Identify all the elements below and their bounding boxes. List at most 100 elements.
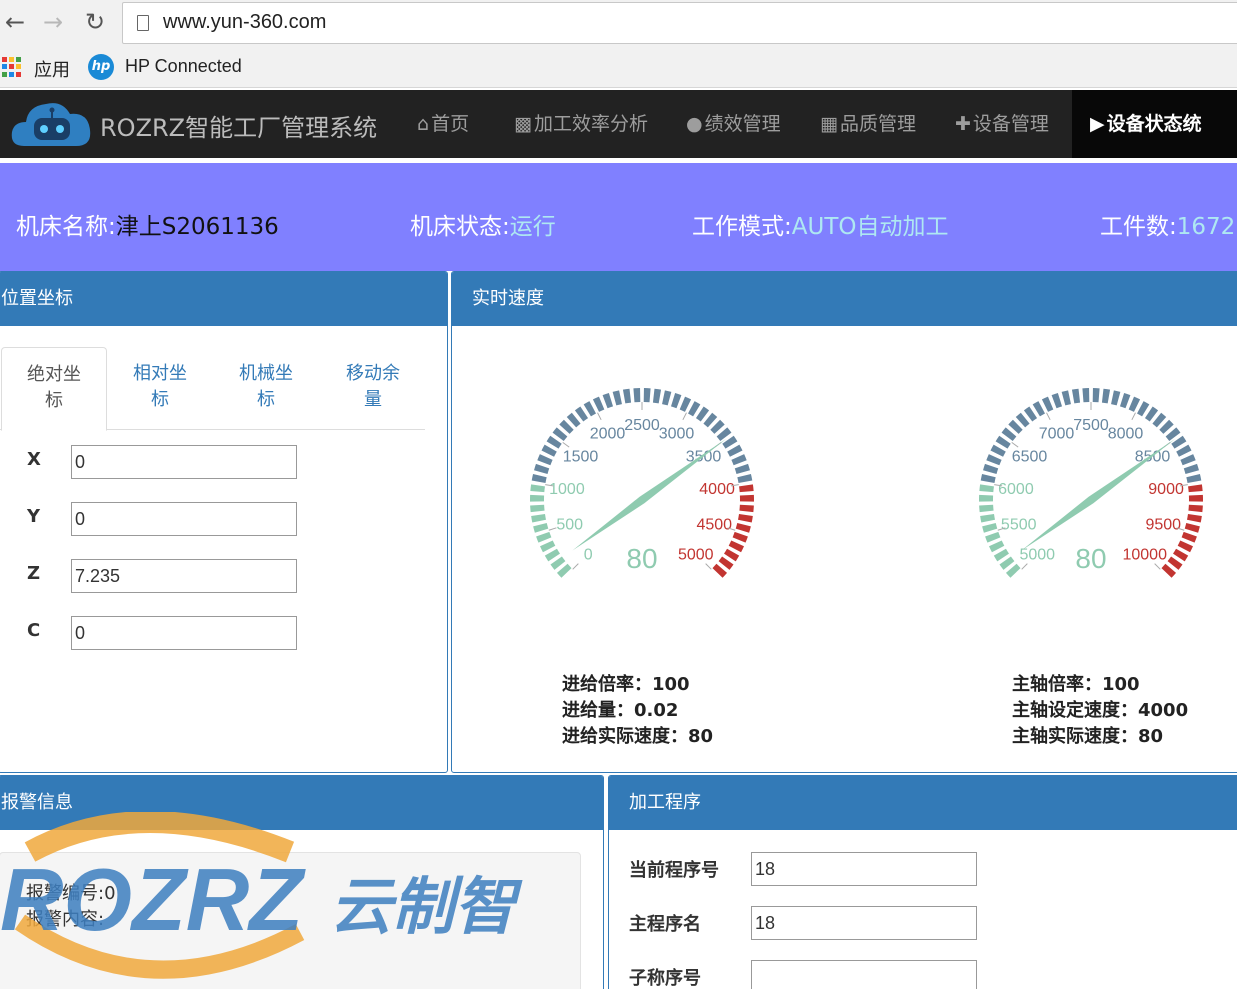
spindle-gauge-arc-segment [980, 513, 996, 523]
alarm-box: 报警编号:0 报警内容: [0, 852, 581, 989]
spindle-gauge-tick-label: 7500 [1073, 417, 1109, 434]
spindle-gauge-arc-segment [1032, 401, 1045, 417]
feed-gauge-arc-segment [737, 513, 753, 523]
spindle-speed-gauge: 5000550060006500700075008000850090009500… [979, 388, 1203, 578]
feed-gauge-tick-label: 0 [584, 547, 593, 564]
workpiece-count: 工件数:1672 [1100, 214, 1236, 240]
forward-arrow-icon[interactable]: → [40, 8, 66, 36]
address-bar[interactable]: www.yun-360.com [122, 2, 1237, 44]
tab-machine[interactable]: 机械坐标 [213, 347, 319, 430]
main-program-field[interactable]: 18 [751, 906, 977, 940]
feed-gauge-arc-segment [540, 540, 556, 553]
spindle-gauge-tick-label: 8000 [1108, 425, 1144, 442]
feed-gauge-arc-segment [602, 393, 614, 409]
feed-gauge-arc-segment [727, 444, 743, 457]
spindle-gauge-arc-segment [986, 454, 1002, 466]
feed-gauge-tick-label: 4000 [699, 481, 735, 498]
sub-program-field[interactable] [751, 960, 977, 989]
sub-program-row: 子称序号 [629, 960, 989, 989]
work-mode: 工作模式:AUTO自动加工 [692, 214, 949, 240]
feed-gauge-tick-mark [682, 412, 687, 421]
hp-logo-icon[interactable]: hp [88, 54, 114, 80]
nav-efficiency-analysis[interactable]: ▩ 加工效率分析 [514, 90, 648, 158]
feed-gauge-arc-segment [537, 454, 553, 466]
coord-row-c: C 0 [0, 616, 319, 650]
bookmark-hp-connected[interactable]: HP Connected [125, 56, 242, 77]
url-text[interactable]: www.yun-360.com [163, 11, 326, 34]
feed-gauge-arc-segment [536, 531, 552, 543]
feed-gauge-arc-segment [688, 401, 701, 417]
spindle-gauge-tick-label: 10000 [1122, 547, 1167, 564]
spindle-gauge-arc-segment [1111, 390, 1121, 406]
page-icon [137, 15, 149, 31]
alarm-number: 报警编号:0 [26, 883, 116, 904]
feed-gauge-arc-segment [531, 513, 547, 523]
feed-gauge-tick-mark [548, 527, 557, 531]
spindle-gauge-arc-segment [1041, 396, 1054, 412]
spindle-gauge-tick-label: 9500 [1145, 516, 1181, 533]
y-value-field[interactable]: 0 [71, 502, 297, 536]
feed-gauge-arc-segment [530, 494, 545, 502]
spindle-gauge-arc-segment [1176, 444, 1192, 457]
machine-name: 机床名称:津上S2061136 [16, 214, 279, 240]
spindle-set-speed: 主轴设定速度：4000 [1012, 700, 1189, 721]
feed-actual-speed: 进给实际速度：80 [562, 726, 714, 747]
spindle-gauge-arc-segment [1173, 548, 1189, 562]
coord-row-y: Y 0 [0, 502, 319, 536]
user-icon: ● [686, 113, 703, 135]
c-value-field[interactable]: 0 [71, 616, 297, 650]
spindle-gauge-arc-segment [983, 463, 999, 474]
x-value-field[interactable]: 0 [71, 445, 297, 479]
spindle-gauge-value: 80 [1075, 543, 1106, 574]
feed-gauge-arc-segment [534, 463, 550, 474]
spindle-gauge-arc-segment [980, 474, 996, 483]
feed-override: 进给倍率：100 [562, 674, 690, 695]
feed-gauge-tick-label: 1500 [563, 448, 599, 465]
spindle-gauge-tick-mark [1131, 412, 1136, 421]
spindle-gauge-tick-label: 6000 [998, 481, 1034, 498]
feed-gauge-arc-segment [633, 388, 641, 403]
apps-grid-icon[interactable] [2, 57, 22, 77]
bookmark-apps[interactable]: 应用 [34, 56, 70, 82]
nav-equipment[interactable]: ✚ 设备管理 [955, 90, 1049, 158]
spindle-gauge-arc-segment [1082, 388, 1090, 403]
spindle-gauge-arc-segment [1181, 531, 1197, 543]
feed-gauge-arc-segment [737, 474, 753, 483]
spindle-gauge-tick-label: 6500 [1012, 448, 1048, 465]
nav-home[interactable]: ⌂ 首页 [417, 90, 469, 158]
feed-gauge-arc-segment [622, 388, 632, 404]
spindle-gauge-tick-mark [1046, 412, 1051, 421]
feed-amount: 进给量：0.02 [562, 700, 679, 721]
spindle-gauge-arc-segment [1071, 388, 1081, 404]
back-arrow-icon[interactable]: ← [2, 8, 28, 36]
nav-equipment-status[interactable]: ▶设备状态统计 [1072, 90, 1237, 203]
tab-absolute[interactable]: 绝对坐标 [1, 347, 107, 431]
spindle-gauge-arc-segment [1128, 396, 1141, 412]
tab-remaining[interactable]: 移动余量 [320, 347, 426, 430]
spindle-gauge-tick-label: 7000 [1039, 425, 1075, 442]
spindle-gauge-arc-segment [979, 504, 994, 513]
spindle-gauge-arc-segment [985, 531, 1001, 543]
alarm-content: 报警内容: [26, 909, 105, 930]
spindle-gauge-arc-segment [1180, 454, 1196, 466]
feed-gauge-arc-segment [612, 390, 622, 406]
feed-gauge-tick-mark [562, 441, 570, 448]
play-square-icon: ▶ [1090, 113, 1105, 135]
feed-gauge-tick-label: 500 [556, 516, 583, 533]
z-value-field[interactable]: 7.235 [71, 559, 297, 593]
current-program-row: 当前程序号 18 [629, 852, 989, 888]
coordinate-tabs: 绝对坐标 相对坐标 机械坐标 移动余量 [0, 347, 426, 431]
feed-gauge-arc-segment [735, 523, 751, 533]
coord-row-x: X 0 [0, 445, 319, 479]
feed-gauge-arc-segment [724, 548, 740, 562]
feed-gauge-arc-segment [541, 444, 557, 457]
reload-icon[interactable]: ↻ [82, 8, 108, 36]
nav-performance[interactable]: ● 绩效管理 [686, 90, 781, 158]
tab-relative[interactable]: 相对坐标 [107, 347, 213, 430]
current-program-field[interactable]: 18 [751, 852, 977, 886]
nav-quality[interactable]: ▦ 品质管理 [820, 90, 916, 158]
spindle-gauge-tick-mark [1021, 563, 1028, 570]
machine-info-strip: 机床名称:津上S2061136 机床状态:运行 工作模式:AUTO自动加工 工件… [0, 163, 1237, 271]
spindle-actual-speed: 主轴实际速度：80 [1012, 726, 1164, 747]
spindle-gauge-arc-segment [1186, 474, 1202, 483]
